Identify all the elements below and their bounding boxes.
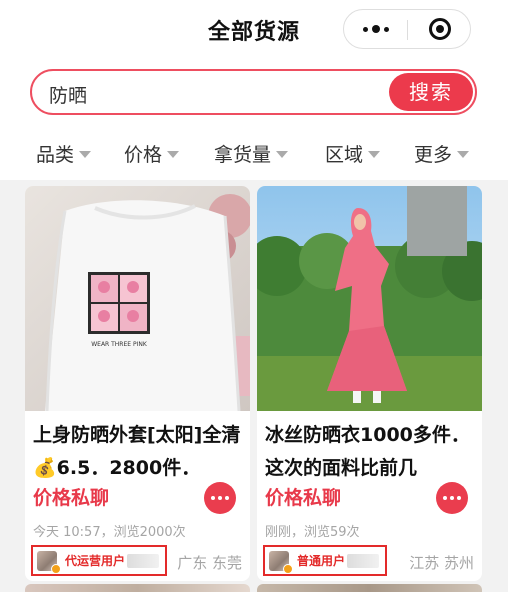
filter-label: 更多 [414,144,453,166]
product-card[interactable]: 冰丝防晒衣1000多件．这次的面料比前几 价格私聊 刚刚，浏览59次 普通用户 … [257,186,482,581]
search-section: 防晒 搜索 [0,60,508,125]
filter-label: 价格 [124,144,163,166]
product-card[interactable]: WEAR THREE PINK 上身防晒外套[太阳]全清💰6.5．2800件． … [25,186,250,581]
filter-quantity[interactable]: 拿货量 [214,140,289,167]
verified-badge-icon [51,563,61,574]
filter-label: 品类 [36,144,75,166]
top-bar: 全部货源 [0,0,508,60]
next-product-card[interactable] [257,584,482,592]
blurred-username [127,553,160,568]
chat-more-button[interactable] [204,482,236,514]
close-mini-program-icon[interactable] [409,10,471,48]
filter-price[interactable]: 价格 [124,140,180,167]
user-type: 代运营用户 [65,554,126,568]
user-badge[interactable]: 代运营用户 [31,545,168,576]
search-button[interactable]: 搜索 [389,73,473,111]
product-image[interactable]: WEAR THREE PINK [25,186,250,411]
time-views: 刚刚，浏览59次 [265,525,360,540]
user-type: 普通用户 [297,554,346,568]
caret-down-icon [167,151,180,158]
filter-bar: 品类 价格 拿货量 区域 更多 [0,125,508,180]
chat-more-button[interactable] [436,482,468,514]
search-query-text[interactable]: 防晒 [49,81,87,108]
avatar [269,550,293,574]
caret-down-icon [457,151,470,158]
verified-badge-icon [283,563,293,574]
capsule-divider [407,20,408,40]
product-description: 上身防晒外套[太阳]全清💰6.5．2800件． [33,424,241,479]
price-label: 价格私聊 [33,487,110,509]
location: 江苏 苏州 [409,554,474,572]
caret-down-icon [79,151,92,158]
filter-more[interactable]: 更多 [414,140,470,167]
shirt-print-text: WEAR THREE PINK [91,341,148,348]
product-description: 冰丝防晒衣1000多件．这次的面料比前几 [265,424,470,479]
price-label: 价格私聊 [265,487,342,509]
search-input[interactable]: 防晒 搜索 [30,69,477,115]
product-image [25,584,250,592]
product-image[interactable] [257,186,482,411]
filter-label: 区域 [325,144,364,166]
location: 广东 东莞 [177,554,242,572]
caret-down-icon [368,151,381,158]
time-views: 今天 10:57，浏览2000次 [33,525,186,540]
user-badge[interactable]: 普通用户 [263,545,388,576]
avatar [37,550,61,574]
mini-program-capsule [343,9,471,49]
blurred-username [347,553,380,568]
next-product-card[interactable] [25,584,250,592]
filter-category[interactable]: 品类 [36,140,92,167]
filter-label: 拿货量 [214,144,272,166]
filter-region[interactable]: 区域 [325,140,381,167]
more-options-icon[interactable] [344,10,407,48]
caret-down-icon [276,151,289,158]
product-image [257,584,482,592]
